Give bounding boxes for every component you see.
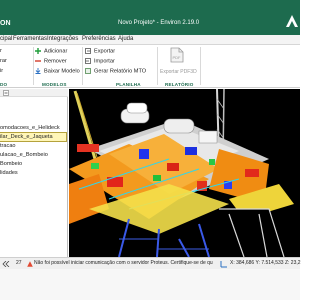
- menu-integracoes[interactable]: Integrações: [47, 36, 78, 42]
- status-bar: 27 Não foi possível iniciar comunicação …: [0, 257, 301, 269]
- offshore-platform-model: [69, 89, 294, 257]
- generate-mto-report-label: Gerar Relatório MTO: [94, 68, 147, 75]
- warning-icon: [27, 261, 33, 267]
- remove-model-button[interactable]: Remover: [35, 58, 67, 64]
- add-model-label: Adicionar: [44, 48, 68, 55]
- cursor-coordinates: X: 384,686 Y: 7.514,533 Z: 23,2: [230, 260, 301, 266]
- group-label-do: DO: [0, 82, 8, 87]
- download-model-button[interactable]: Baixar Modelo: [35, 68, 80, 74]
- group-label-modelos: MODELOS: [42, 82, 67, 87]
- remove-model-label: Remover: [44, 58, 67, 65]
- axes-icon: [220, 261, 227, 268]
- tree-item-extracao[interactable]: tracao: [0, 142, 16, 150]
- remove-icon: [35, 58, 41, 64]
- environ-logo-icon: [286, 15, 298, 27]
- export-sheet-button[interactable]: Exportar: [85, 48, 115, 54]
- export-pdf3d-button[interactable]: PDF Exportar PDF3D: [158, 47, 198, 79]
- tree-item-pilar-deck-jaqueta[interactable]: ilar_Deck_e_Jaqueta: [0, 132, 67, 142]
- export-icon: [85, 48, 91, 54]
- previous-page-icon[interactable]: [2, 261, 10, 267]
- tree-item-bombeio[interactable]: Bombeio: [0, 160, 22, 168]
- ribbon-left-button-3[interactable]: ir: [0, 68, 3, 74]
- menu-bar: cipal Ferramentas Integrações Preferênci…: [0, 35, 300, 45]
- tree-item-utilidades[interactable]: lidades: [0, 169, 18, 177]
- taskbar: [0, 269, 300, 300]
- tree-toolbar: [0, 89, 68, 97]
- svg-text:PDF: PDF: [173, 55, 182, 60]
- model-tree-panel: omodacoes_e_Helideck ilar_Deck_e_Jaqueta…: [0, 89, 68, 257]
- group-separator: [82, 47, 83, 85]
- download-model-label: Baixar Modelo: [44, 68, 80, 75]
- menu-ferramentas[interactable]: Ferramentas: [13, 36, 47, 42]
- menu-preferencias[interactable]: Preferências: [82, 36, 116, 42]
- ribbon: r rar ir DO Adicionar Remover Baixar Mod…: [0, 45, 300, 88]
- group-separator: [200, 47, 201, 85]
- pdf-file-icon: PDF: [170, 47, 184, 63]
- ribbon-left-button-1[interactable]: r: [0, 48, 2, 54]
- app-name: ON: [0, 20, 11, 27]
- title-bar: ON Novo Projeto* - Environ 2.19.0: [0, 0, 300, 35]
- report-icon: [85, 68, 91, 74]
- group-label-relatorio: RELATÓRIO: [165, 82, 194, 87]
- tree-item-circulacao-bombeio[interactable]: ulacao_e_Bombeio: [0, 151, 48, 159]
- menu-ajuda[interactable]: Ajuda: [118, 36, 133, 42]
- import-sheet-button[interactable]: Importar: [85, 58, 115, 64]
- generate-mto-report-button[interactable]: Gerar Relatório MTO: [85, 68, 146, 74]
- download-icon: [35, 68, 41, 74]
- 3d-viewport[interactable]: [69, 89, 300, 257]
- add-model-button[interactable]: Adicionar: [35, 48, 67, 54]
- group-separator: [33, 47, 34, 85]
- ribbon-left-button-2[interactable]: rar: [0, 58, 7, 64]
- plus-icon: [35, 48, 41, 54]
- page-number: 27: [16, 260, 22, 266]
- window-title: Novo Projeto* - Environ 2.19.0: [118, 20, 200, 26]
- import-icon: [85, 58, 91, 64]
- tree-item-acomodacoes-helideck[interactable]: omodacoes_e_Helideck: [0, 124, 60, 132]
- group-label-planilha: PLANILHA: [116, 82, 141, 87]
- export-pdf3d-label: Exportar PDF3D: [160, 69, 197, 75]
- import-sheet-label: Importar: [94, 58, 115, 65]
- menu-principal[interactable]: cipal: [0, 36, 12, 42]
- export-sheet-label: Exportar: [94, 48, 116, 55]
- collapse-icon[interactable]: [3, 90, 9, 96]
- status-message: Não foi possível iniciar comunicação com…: [34, 260, 213, 266]
